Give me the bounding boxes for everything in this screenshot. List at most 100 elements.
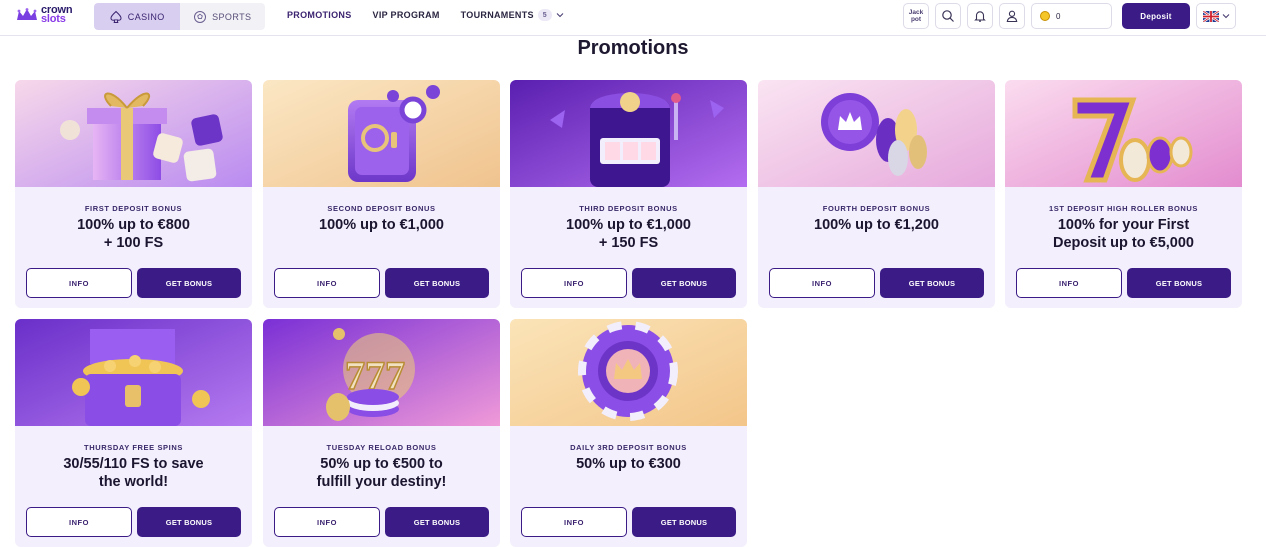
crown-icon [17, 8, 37, 20]
promo-headline: 100% for your First Deposit up to €5,000 [1015, 216, 1232, 252]
get-bonus-button[interactable]: Get Bonus [137, 507, 241, 537]
info-button[interactable]: Info [1016, 268, 1122, 298]
nav-promotions[interactable]: Promotions [287, 10, 352, 20]
poker-chip-icon [510, 319, 747, 426]
promo-image-safe [263, 80, 500, 187]
promo-headline-line1: 100% up to €1,000 [566, 217, 691, 233]
uk-flag-icon [1202, 10, 1219, 22]
header-tools: Jack pot 0 Deposit [903, 3, 1236, 29]
user-icon [1006, 10, 1018, 23]
promo-headline: 100% up to €800 + 100 FS [25, 216, 242, 252]
spade-icon [110, 10, 122, 23]
language-selector[interactable] [1196, 3, 1236, 29]
page-title: Promotions [577, 37, 689, 59]
jackpot-line2: pot [910, 16, 922, 23]
promo-headline: 50% up to €500 to fulfill your destiny! [273, 455, 490, 491]
promo-headline-line2: the world! [98, 474, 169, 490]
promo-image-treasure-chest [15, 319, 252, 426]
tournaments-count-badge: 5 [537, 9, 552, 21]
treasure-chest-icon [15, 319, 252, 426]
promo-headline-line1: 100% for your First [1057, 217, 1190, 233]
balance-value: 0 [1056, 11, 1061, 21]
promo-card-thursday-free-spins: Thursday Free Spins 30/55/110 FS to save… [15, 319, 252, 547]
promo-headline-line1: 30/55/110 FS to save [63, 456, 204, 472]
info-button[interactable]: Info [274, 507, 380, 537]
chevron-down-icon [1222, 14, 1229, 19]
nav-tournaments-label: Tournaments [460, 10, 534, 20]
main-nav: Promotions VIP Program Tournaments 5 [287, 9, 564, 21]
deposit-button[interactable]: Deposit [1122, 3, 1190, 29]
promo-headline: 50% up to €300 [520, 455, 737, 473]
bell-icon [974, 11, 986, 22]
info-button[interactable]: Info [26, 268, 132, 298]
promo-headline-line2: Deposit up to €5,000 [1052, 235, 1194, 251]
get-bonus-button[interactable]: Get Bonus [385, 507, 489, 537]
promo-card-high-roller: 1st Deposit High Roller Bonus 100% for y… [1005, 80, 1242, 308]
safe-icon [263, 80, 500, 187]
promo-headline-line1: 50% up to €500 to [320, 456, 443, 472]
casino-sports-switch: Casino Sports [94, 3, 265, 30]
promo-card-third-deposit: Third Deposit Bonus 100% up to €1,000 + … [510, 80, 747, 308]
sports-tab-label: Sports [212, 11, 252, 22]
jackpot-line1: Jack [908, 9, 924, 16]
promo-subtitle: Daily 3rd Deposit Bonus [570, 443, 687, 452]
notifications-button[interactable] [967, 3, 993, 29]
promo-headline: 30/55/110 FS to save the world! [25, 455, 242, 491]
logo-line2: slots [41, 13, 66, 25]
crownslots-logo[interactable]: crown slots [16, 5, 73, 25]
promo-headline-line1: 100% up to €1,200 [814, 217, 939, 233]
info-button[interactable]: Info [769, 268, 875, 298]
promo-image-poker-chip [510, 319, 747, 426]
promo-card-first-deposit: First Deposit Bonus 100% up to €800 + 10… [15, 80, 252, 308]
promo-headline-line1: 100% up to €1,000 [319, 217, 444, 233]
promo-image-lucky-seven [1005, 80, 1242, 187]
nav-tournaments[interactable]: Tournaments 5 [461, 9, 564, 21]
info-button[interactable]: Info [26, 507, 132, 537]
info-button[interactable]: Info [521, 268, 627, 298]
promo-card-tuesday-reload: 777 Tuesday Reload Bonus 50% up to €500 … [263, 319, 500, 547]
promo-headline: 100% up to €1,000 + 150 FS [520, 216, 737, 252]
promo-headline-line2: fulfill your destiny! [316, 474, 447, 490]
promo-headline-line2: + 150 FS [598, 235, 659, 251]
promo-subtitle: Second Deposit Bonus [327, 204, 436, 213]
get-bonus-button[interactable]: Get Bonus [1127, 268, 1231, 298]
promo-subtitle: Tuesday Reload Bonus [326, 443, 437, 452]
promo-subtitle: First Deposit Bonus [84, 204, 183, 213]
crown-coin-icon [758, 80, 995, 187]
promo-subtitle: Third Deposit Bonus [579, 204, 678, 213]
chevron-down-icon [556, 13, 564, 18]
seven-icon [1005, 80, 1242, 187]
sports-tab[interactable]: Sports [179, 3, 265, 30]
promo-card-fourth-deposit: Fourth Deposit Bonus 100% up to €1,200 I… [758, 80, 995, 308]
slot-machine-icon [510, 80, 747, 187]
info-button[interactable]: Info [521, 507, 627, 537]
get-bonus-button[interactable]: Get Bonus [632, 268, 736, 298]
info-button[interactable]: Info [274, 268, 380, 298]
profile-button[interactable] [999, 3, 1025, 29]
jackpot-button[interactable]: Jack pot [903, 3, 929, 29]
get-bonus-button[interactable]: Get Bonus [385, 268, 489, 298]
casino-tab[interactable]: Casino [94, 3, 180, 30]
promo-image-gift [15, 80, 252, 187]
search-button[interactable] [935, 3, 961, 29]
promo-subtitle: Thursday Free Spins [84, 443, 183, 452]
promo-subtitle: Fourth Deposit Bonus [822, 204, 931, 213]
balance-display[interactable]: 0 [1031, 3, 1112, 29]
top-header: crown slots Casino Sports Promotions VIP… [0, 0, 1266, 36]
promo-card-daily-third-deposit: Daily 3rd Deposit Bonus 50% up to €300 I… [510, 319, 747, 547]
casino-tab-label: Casino [127, 11, 165, 22]
gift-box-icon [15, 80, 252, 187]
promo-card-second-deposit: Second Deposit Bonus 100% up to €1,000 I… [263, 80, 500, 308]
get-bonus-button[interactable]: Get Bonus [880, 268, 984, 298]
soccer-ball-icon [194, 10, 207, 23]
promo-image-slot-machine [510, 80, 747, 187]
promo-image-coins [758, 80, 995, 187]
coin-icon [1040, 11, 1050, 21]
promo-headline-line1: 50% up to €300 [576, 456, 681, 472]
nav-vip-program[interactable]: VIP Program [373, 10, 440, 20]
get-bonus-button[interactable]: Get Bonus [632, 507, 736, 537]
promo-headline-line2: + 100 FS [103, 235, 164, 251]
chips-icon: 777 [263, 319, 500, 426]
promo-headline: 100% up to €1,000 [273, 216, 490, 234]
get-bonus-button[interactable]: Get Bonus [137, 268, 241, 298]
